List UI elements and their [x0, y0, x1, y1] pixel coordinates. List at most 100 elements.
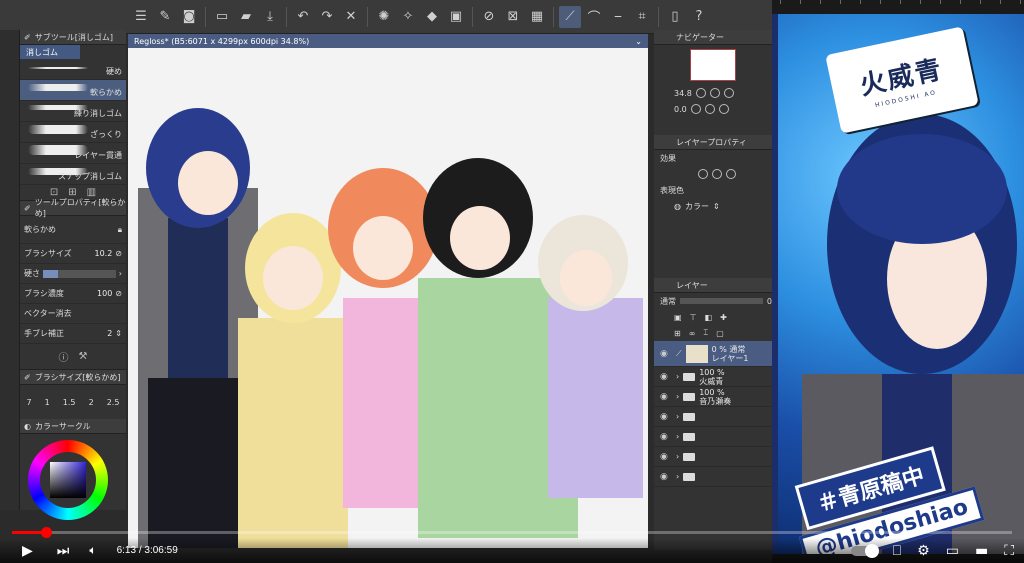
- chevron-right-icon[interactable]: ›: [676, 432, 679, 441]
- fit-icon[interactable]: [723, 88, 734, 98]
- edit-icon[interactable]: ✎: [154, 6, 176, 28]
- new-layer-icon[interactable]: ⊞: [674, 329, 681, 338]
- chevron-down-icon[interactable]: ⌄: [635, 37, 642, 46]
- rotation-value[interactable]: 0.0: [674, 105, 687, 114]
- grid-icon[interactable]: ▦: [526, 6, 548, 28]
- zoom-out-icon[interactable]: [695, 88, 706, 98]
- size-preset[interactable]: 1: [45, 398, 50, 407]
- mask-toggle-icon[interactable]: ▢: [716, 329, 724, 338]
- info-icon[interactable]: ⓘ: [59, 349, 69, 364]
- stepper-icon[interactable]: ⇕: [115, 329, 122, 338]
- volume-icon[interactable]: 🔈︎: [89, 538, 96, 563]
- open-folder-icon[interactable]: ▰: [235, 6, 257, 28]
- chevron-right-icon[interactable]: ›: [676, 452, 679, 461]
- menu-icon[interactable]: ☰: [130, 6, 152, 28]
- play-icon[interactable]: ▶: [22, 538, 33, 563]
- ruler-icon[interactable]: ⊘: [478, 6, 500, 28]
- camera-icon[interactable]: ◙: [178, 6, 200, 28]
- drawing-canvas[interactable]: [128, 48, 648, 548]
- help-icon[interactable]: ?: [688, 6, 710, 28]
- prop-stabilization[interactable]: 手ブレ補正 2 ⇕: [20, 324, 126, 344]
- canvas-tab[interactable]: Regloss* (B5:6071 x 4299px 600dpi 34.8%)…: [128, 34, 648, 48]
- eye-icon[interactable]: ◉: [660, 349, 672, 359]
- autoplay-toggle[interactable]: [850, 543, 879, 558]
- prop-vector-erase[interactable]: ベクター消去: [20, 304, 126, 324]
- layer-color-icon[interactable]: [726, 169, 736, 179]
- eye-icon[interactable]: ◉: [660, 392, 672, 402]
- pressure-icon[interactable]: ⊘: [115, 249, 122, 258]
- redo-icon[interactable]: ↷: [316, 6, 338, 28]
- progress-scrubber[interactable]: [41, 527, 52, 538]
- prop-value[interactable]: 100: [97, 289, 112, 298]
- snap-icon[interactable]: ⊠: [502, 6, 524, 28]
- eye-icon[interactable]: ◉: [660, 472, 672, 482]
- clip-icon[interactable]: ▣: [674, 313, 682, 322]
- undo-icon[interactable]: ↶: [292, 6, 314, 28]
- prop-brush-density[interactable]: ブラシ濃度 100 ⊘: [20, 284, 126, 304]
- wrench-icon[interactable]: ⚒: [79, 351, 88, 362]
- saturation-value-square[interactable]: [50, 462, 86, 498]
- next-icon[interactable]: ⏭: [57, 538, 70, 563]
- layer-item[interactable]: ◉ ›: [654, 447, 772, 467]
- pen-settings-icon[interactable]: ⌗: [631, 6, 653, 28]
- prop-hardness[interactable]: 硬さ ›: [20, 264, 126, 284]
- wand-icon[interactable]: ✧: [397, 6, 419, 28]
- brush-item-snap[interactable]: スナップ消しゴム: [20, 164, 126, 185]
- rotate-right-icon[interactable]: [704, 104, 715, 114]
- eye-icon[interactable]: ◉: [660, 412, 672, 422]
- brush-item-rough[interactable]: ざっくり: [20, 122, 126, 143]
- subtool-tab-eraser[interactable]: 消しゴム: [20, 45, 80, 59]
- progress-bar[interactable]: [12, 527, 1012, 538]
- layer-item[interactable]: ◉ ›: [654, 467, 772, 487]
- layer-item[interactable]: ◉ ›: [654, 427, 772, 447]
- chevron-right-icon[interactable]: ›: [676, 372, 679, 381]
- layer-item[interactable]: ◉ ›: [654, 407, 772, 427]
- color-circle[interactable]: [20, 434, 126, 524]
- theater-mode-icon[interactable]: ▬: [975, 538, 988, 563]
- size-preset[interactable]: 1.5: [63, 398, 76, 407]
- layer-item[interactable]: ◉ ⟋ 0 % 通常 レイヤー1: [654, 341, 772, 367]
- chevron-right-icon[interactable]: ›: [676, 392, 679, 401]
- size-preset[interactable]: 2.5: [107, 398, 120, 407]
- reset-rotation-icon[interactable]: [718, 104, 729, 114]
- reference-icon[interactable]: ◧: [705, 313, 713, 322]
- prop-value[interactable]: 2: [107, 329, 112, 338]
- lock-icon[interactable]: ⊤: [690, 313, 697, 322]
- save-icon[interactable]: ⤓: [259, 6, 281, 28]
- chevron-right-icon[interactable]: ›: [676, 412, 679, 421]
- brush-item-layer-through[interactable]: レイヤー貫通: [20, 143, 126, 164]
- transform-icon[interactable]: ▣: [445, 6, 467, 28]
- layer-item[interactable]: ◉ › 100 % 音乃瀬奏: [654, 387, 772, 407]
- eye-icon[interactable]: ◉: [660, 432, 672, 442]
- navigator-thumbnail[interactable]: [690, 49, 736, 81]
- eye-icon[interactable]: ◉: [660, 452, 672, 462]
- loading-icon[interactable]: ✺: [373, 6, 395, 28]
- display-color-select[interactable]: ◍ カラー ⇕: [654, 198, 772, 214]
- layer-opacity-slider[interactable]: [680, 298, 763, 304]
- zoom-value[interactable]: 34.8: [674, 89, 692, 98]
- subtitles-icon[interactable]: ⎕: [893, 538, 901, 563]
- fullscreen-icon[interactable]: ⛶: [1004, 538, 1014, 563]
- size-preset[interactable]: 2: [89, 398, 94, 407]
- brush-item-hard[interactable]: 硬め: [20, 59, 126, 80]
- pen-stabilize-icon[interactable]: ⟋: [559, 5, 581, 28]
- miniplayer-icon[interactable]: ▭: [946, 538, 959, 563]
- pen-line-icon[interactable]: ⎯: [607, 6, 629, 28]
- fill-icon[interactable]: ◆: [421, 6, 443, 28]
- blend-mode-select[interactable]: 通常: [660, 296, 676, 307]
- brush-item-kneaded[interactable]: 練り消しゴム: [20, 101, 126, 122]
- prop-value[interactable]: 10.2: [94, 249, 112, 258]
- border-effect-icon[interactable]: [698, 169, 708, 179]
- device-icon[interactable]: ▯: [664, 6, 686, 28]
- clear-icon[interactable]: ✕: [340, 6, 362, 28]
- eye-icon[interactable]: ◉: [660, 372, 672, 382]
- hardness-slider[interactable]: [43, 269, 116, 278]
- prop-brush-size[interactable]: ブラシサイズ 10.2 ⊘: [20, 244, 126, 264]
- chevron-right-icon[interactable]: ›: [119, 269, 122, 278]
- settings-gear-icon[interactable]: ⚙: [917, 538, 930, 563]
- ruler-icon[interactable]: ⌶: [703, 328, 708, 338]
- mask-icon[interactable]: ✚: [720, 313, 727, 322]
- pen-curve-icon[interactable]: ⌒: [583, 6, 605, 28]
- zoom-in-icon[interactable]: [709, 88, 720, 98]
- layer-item[interactable]: ◉ › 100 % 火威青: [654, 367, 772, 387]
